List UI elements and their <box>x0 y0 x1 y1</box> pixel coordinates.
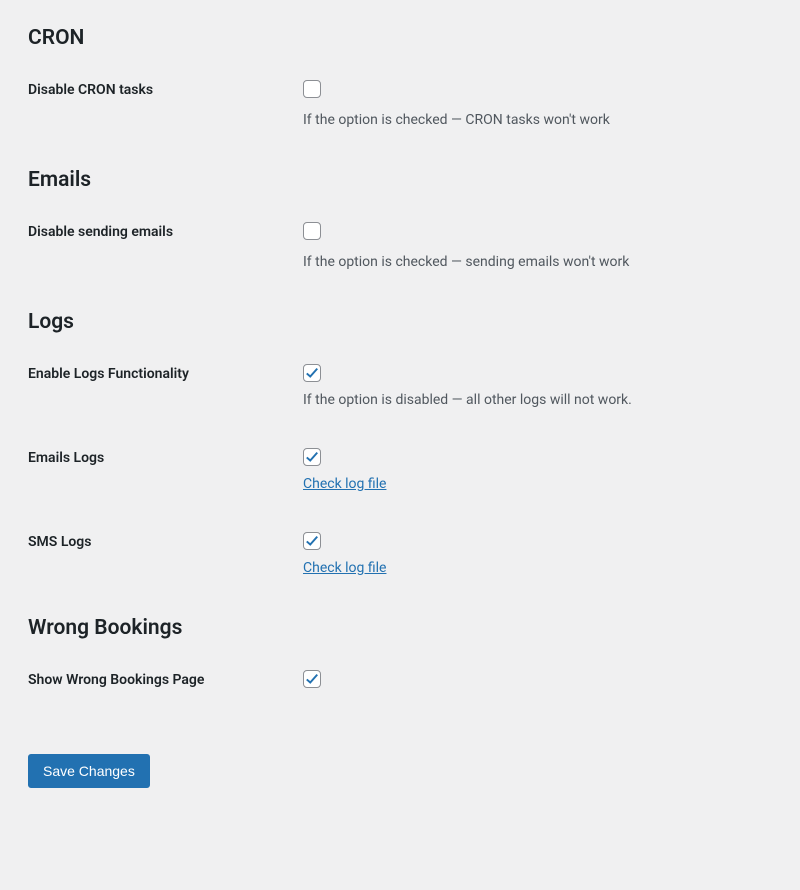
row-disable-cron: Disable CRON tasks If the option is chec… <box>28 80 772 128</box>
control-disable-cron: If the option is checked — CRON tasks wo… <box>303 80 772 128</box>
row-disable-emails: Disable sending emails If the option is … <box>28 222 772 270</box>
link-emails-logs[interactable]: Check log file <box>303 476 386 492</box>
section-heading-cron: CRON <box>28 26 772 50</box>
check-icon <box>305 366 319 380</box>
checkbox-disable-emails[interactable] <box>303 222 321 240</box>
row-emails-logs: Emails Logs Check log file <box>28 448 772 492</box>
label-emails-logs: Emails Logs <box>28 448 303 466</box>
row-sms-logs: SMS Logs Check log file <box>28 532 772 576</box>
control-disable-emails: If the option is checked — sending email… <box>303 222 772 270</box>
control-enable-logs: If the option is disabled — all other lo… <box>303 364 772 408</box>
label-disable-cron: Disable CRON tasks <box>28 80 303 98</box>
save-button[interactable]: Save Changes <box>28 754 150 788</box>
checkbox-sms-logs[interactable] <box>303 532 321 550</box>
label-show-wrong-bookings: Show Wrong Bookings Page <box>28 670 303 688</box>
label-disable-emails: Disable sending emails <box>28 222 303 240</box>
section-logs: Logs Enable Logs Functionality If the op… <box>28 310 772 576</box>
checkbox-enable-logs[interactable] <box>303 364 321 382</box>
control-show-wrong-bookings <box>303 670 772 694</box>
description-disable-cron: If the option is checked — CRON tasks wo… <box>303 112 772 128</box>
label-enable-logs: Enable Logs Functionality <box>28 364 303 382</box>
label-sms-logs: SMS Logs <box>28 532 303 550</box>
section-heading-wrong-bookings: Wrong Bookings <box>28 616 772 640</box>
link-sms-logs[interactable]: Check log file <box>303 560 386 576</box>
check-icon <box>305 534 319 548</box>
section-cron: CRON Disable CRON tasks If the option is… <box>28 26 772 128</box>
section-heading-logs: Logs <box>28 310 772 334</box>
check-icon <box>305 672 319 686</box>
description-enable-logs: If the option is disabled — all other lo… <box>303 392 772 408</box>
description-disable-emails: If the option is checked — sending email… <box>303 254 772 270</box>
checkbox-show-wrong-bookings[interactable] <box>303 670 321 688</box>
row-enable-logs: Enable Logs Functionality If the option … <box>28 364 772 408</box>
checkbox-disable-cron[interactable] <box>303 80 321 98</box>
row-show-wrong-bookings: Show Wrong Bookings Page <box>28 670 772 694</box>
section-emails: Emails Disable sending emails If the opt… <box>28 168 772 270</box>
control-sms-logs: Check log file <box>303 532 772 576</box>
check-icon <box>305 450 319 464</box>
section-wrong-bookings: Wrong Bookings Show Wrong Bookings Page <box>28 616 772 694</box>
section-heading-emails: Emails <box>28 168 772 192</box>
control-emails-logs: Check log file <box>303 448 772 492</box>
checkbox-emails-logs[interactable] <box>303 448 321 466</box>
